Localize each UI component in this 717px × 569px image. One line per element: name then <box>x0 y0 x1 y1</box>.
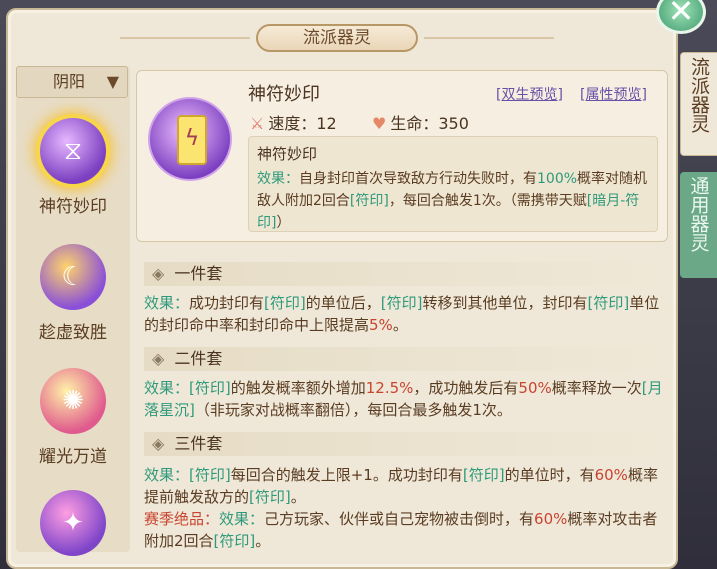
set-title: 一件套 <box>174 264 223 283</box>
tag: [符印] <box>189 466 231 484</box>
chevron-down-icon: ▼ <box>106 72 119 91</box>
title-divider <box>424 37 554 39</box>
dropdown-label: 阴阳 <box>53 72 86 91</box>
talisman-icon: ϟ <box>148 97 232 181</box>
tag: [符印] <box>587 294 630 312</box>
diamond-icon: ◈ <box>152 264 165 283</box>
text: 概率释放一次 <box>551 379 642 397</box>
text: 自身封印首次导致敌方行动失败时，有 <box>299 171 537 187</box>
attribute-preview-link[interactable]: [属性预览] <box>580 84 647 104</box>
percent: 100% <box>537 171 578 187</box>
life-stat: ♥ 生命：350 <box>372 110 469 134</box>
tag: [符印] <box>462 466 505 484</box>
percent: 50% <box>518 379 552 397</box>
school-dropdown[interactable]: 阴阳 ▼ <box>16 66 128 98</box>
set-header-3: ◈ 三件套 <box>144 432 664 456</box>
tab-school-spirit[interactable]: 流派器灵 <box>680 52 717 156</box>
set-body-2: 效果：[符印]的触发概率额外增加12.5%，成功触发后有50%概率释放一次[月落… <box>144 377 668 421</box>
text: ） <box>276 215 291 231</box>
life-value: 350 <box>438 114 469 133</box>
text: 的触发概率额外增加 <box>230 379 366 397</box>
percent: 60% <box>534 510 568 528</box>
text: 成功封印有 <box>189 294 265 312</box>
text: 每回合的触发上限+1。成功封印有 <box>230 466 463 484</box>
tab-label: 通用器灵 <box>687 176 710 252</box>
spirit-name: 神符妙印 <box>248 84 320 105</box>
text: 己方玩家、伙伴或自己宠物被击倒时，有 <box>264 510 535 528</box>
effect-label: 效果： <box>219 510 265 528</box>
text: 的单位时，有 <box>504 466 595 484</box>
tag: [符印] <box>249 488 291 506</box>
sidebar-item-moon[interactable]: ☾ 趁虚致胜 <box>16 244 130 343</box>
panel-title: 流派器灵 <box>256 24 418 52</box>
set-header-2: ◈ 二件套 <box>144 347 664 371</box>
text: 。 <box>392 316 408 334</box>
speed-value: 12 <box>316 114 337 133</box>
sidebar-item-talisman[interactable]: ⧖ 神符妙印 <box>16 118 130 217</box>
tag: [符印] <box>380 294 423 312</box>
effect-label: 效果： <box>257 171 299 187</box>
sidebar-item-label: 趁虚致胜 <box>39 323 107 343</box>
text: 转移到其他单位，封印有 <box>422 294 588 312</box>
percent: 12.5% <box>365 379 414 397</box>
sidebar-item-star[interactable]: ✦ <box>16 490 130 556</box>
life-label: 生命： <box>390 114 439 133</box>
heart-icon: ♥ <box>372 114 387 133</box>
tab-general-spirit[interactable]: 通用器灵 <box>680 172 717 278</box>
text: （非玩家对战概率翻倍），每回合最多触发1次。 <box>194 401 512 419</box>
diamond-icon: ◈ <box>152 434 165 453</box>
talisman-icon: ⧖ <box>40 118 106 184</box>
set-header-1: ◈ 一件套 <box>144 262 664 286</box>
set-body-3: 效果：[符印]每回合的触发上限+1。成功封印有[符印]的单位时，有60%概率提前… <box>144 464 668 552</box>
percent: 60% <box>594 466 628 484</box>
season-label: 赛季绝品： <box>144 510 220 528</box>
diamond-icon: ◈ <box>152 349 165 368</box>
description-title: 神符妙印 <box>257 145 318 163</box>
description-box: 神符妙印 效果：自身封印首次导致敌方行动失败时，有100%概率对随机敌人附加2回… <box>248 136 658 232</box>
star-icon: ✦ <box>40 490 106 556</box>
effect-label: 效果： <box>144 294 190 312</box>
sword-icon: ⚔ <box>250 114 265 133</box>
text: 。 <box>255 532 271 550</box>
tag: [符印] <box>264 294 306 312</box>
tag: [符印] <box>349 193 389 209</box>
sun-icon: ✺ <box>40 368 106 434</box>
description-text: 效果：自身封印首次导致敌方行动失败时，有100%概率对随机敌人附加2回合[符印]… <box>257 168 649 234</box>
set-title: 二件套 <box>174 349 223 368</box>
speed-label: 速度： <box>268 114 317 133</box>
tag: [符印] <box>213 532 256 550</box>
text: 。 <box>290 488 306 506</box>
set-body-1: 效果：成功封印有[符印]的单位后，[符印]转移到其他单位，封印有[符印]单位的封… <box>144 292 668 336</box>
effect-label: 效果： <box>144 466 190 484</box>
text: ，成功触发后有 <box>413 379 519 397</box>
percent: 5% <box>369 316 393 334</box>
moon-icon: ☾ <box>40 244 106 310</box>
sidebar-item-sun[interactable]: ✺ 耀光万道 <box>16 368 130 467</box>
sidebar-item-label: 耀光万道 <box>39 447 107 467</box>
sidebar-item-label: 神符妙印 <box>39 197 107 217</box>
text: 的单位后， <box>305 294 381 312</box>
text: ，每回合触发1次。（需携带天赋 <box>388 193 587 209</box>
tab-label: 流派器灵 <box>688 57 710 133</box>
set-title: 三件套 <box>174 434 223 453</box>
twin-preview-link[interactable]: [双生预览] <box>496 84 563 104</box>
tag: [符印] <box>189 379 231 397</box>
effect-label: 效果： <box>144 379 190 397</box>
title-divider <box>120 37 250 39</box>
speed-stat: ⚔ 速度：12 <box>250 110 337 134</box>
